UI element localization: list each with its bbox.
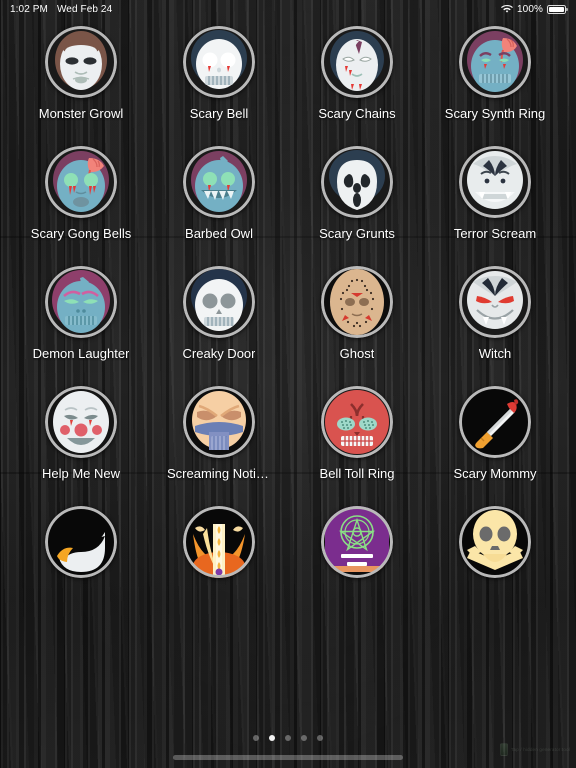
icon-tile[interactable] xyxy=(459,26,531,98)
page-dot-3[interactable] xyxy=(285,735,291,741)
creepy-doll-face-icon xyxy=(45,386,117,458)
app-icon-ghost[interactable]: Ghost xyxy=(288,266,426,361)
status-bar-date: Wed Feb 24 xyxy=(56,3,113,15)
icon-tile[interactable] xyxy=(45,266,117,338)
battery-full-icon xyxy=(547,4,568,14)
crying-zombie-brain-icon xyxy=(45,146,117,218)
app-label: Scary Synth Ring xyxy=(444,106,546,121)
status-bar-right: 100% xyxy=(501,3,568,15)
icon-tile[interactable] xyxy=(45,506,117,578)
app-label: Screaming Notific... xyxy=(167,466,271,481)
icon-tile[interactable] xyxy=(45,146,117,218)
orange-candle-icon xyxy=(183,506,255,578)
app-icon-monster-growl[interactable]: Monster Growl xyxy=(12,26,150,121)
app-icon-scary-chains[interactable]: Scary Chains xyxy=(288,26,426,121)
battery-percent-label: 100% xyxy=(517,3,543,15)
status-bar: 1:02 PM Wed Feb 24 100% xyxy=(0,0,576,18)
status-bar-left: 1:02 PM Wed Feb 24 xyxy=(10,4,112,15)
home-screen: 1:02 PM Wed Feb 24 100% Monster Growl Sc… xyxy=(0,0,576,768)
watermark-badge-icon xyxy=(500,743,509,756)
app-icon-demon-laughter[interactable]: Demon Laughter xyxy=(12,266,150,361)
app-icon-screaming-notification[interactable]: Screaming Notific... xyxy=(150,386,288,481)
watermark-text: Tap / hidden generator tool xyxy=(511,747,570,752)
app-label: Creaky Door xyxy=(182,346,256,361)
icon-tile[interactable] xyxy=(45,26,117,98)
bloody-knife-icon xyxy=(459,386,531,458)
page-dot-2-active[interactable] xyxy=(269,735,275,741)
app-icon-help-me-new[interactable]: Help Me New xyxy=(12,386,150,481)
app-label: Scary Bell xyxy=(189,106,249,121)
app-icon-grid: Monster Growl Scary Bell Scary Chains Sc… xyxy=(0,26,576,586)
app-label: Ghost xyxy=(339,346,375,361)
app-icon-barbed-owl[interactable]: Barbed Owl xyxy=(150,146,288,241)
app-icon-creaky-door[interactable]: Creaky Door xyxy=(150,266,288,361)
app-icon-witch[interactable]: Witch xyxy=(426,266,564,361)
app-label: Barbed Owl xyxy=(185,226,253,241)
app-icon-terror-scream[interactable]: Terror Scream xyxy=(426,146,564,241)
page-dot-4[interactable] xyxy=(301,735,307,741)
app-label: Bell Toll Ring xyxy=(319,466,395,481)
grinning-vampire-icon xyxy=(459,146,531,218)
app-icon-scary-synth-ring[interactable]: Scary Synth Ring xyxy=(426,26,564,121)
icon-tile[interactable] xyxy=(183,386,255,458)
page-dot-1[interactable] xyxy=(253,735,259,741)
app-label: Witch xyxy=(478,346,512,361)
grey-eyed-skull-icon xyxy=(183,266,255,338)
pale-vampire-face-icon xyxy=(321,26,393,98)
app-icon-row5-2[interactable] xyxy=(150,506,288,586)
app-label: Terror Scream xyxy=(453,226,537,241)
app-label: Help Me New xyxy=(41,466,121,481)
icon-tile[interactable] xyxy=(459,266,531,338)
red-sugar-skull-icon xyxy=(321,386,393,458)
app-icon-scary-grunts[interactable]: Scary Grunts xyxy=(288,146,426,241)
app-label: Demon Laughter xyxy=(32,346,130,361)
black-white-swirl-icon xyxy=(45,506,117,578)
app-label: Scary Gong Bells xyxy=(30,226,132,241)
watermark: Tap / hidden generator tool xyxy=(500,743,570,756)
icon-tile[interactable] xyxy=(321,506,393,578)
bleeding-skull-icon xyxy=(183,26,255,98)
app-label: Scary Grunts xyxy=(319,226,395,241)
app-icon-row5-3[interactable] xyxy=(288,506,426,586)
app-label: Scary Mommy xyxy=(453,466,537,481)
icon-tile[interactable] xyxy=(183,506,255,578)
icon-tile[interactable] xyxy=(45,386,117,458)
gas-mask-face-icon xyxy=(183,386,255,458)
fanged-zombie-icon xyxy=(183,146,255,218)
stitched-zombie-icon xyxy=(45,266,117,338)
page-dots[interactable] xyxy=(0,735,576,741)
icon-tile[interactable] xyxy=(183,266,255,338)
app-icon-row5-1[interactable] xyxy=(12,506,150,586)
icon-tile[interactable] xyxy=(459,146,531,218)
jason-hockey-mask-icon xyxy=(321,266,393,338)
app-icon-scary-bell[interactable]: Scary Bell xyxy=(150,26,288,121)
icon-tile[interactable] xyxy=(321,386,393,458)
status-bar-time: 1:02 PM xyxy=(10,3,48,15)
michael-myers-mask-icon xyxy=(45,26,117,98)
wifi-icon xyxy=(501,4,513,14)
skull-crossbones-icon xyxy=(459,506,531,578)
icon-tile[interactable] xyxy=(321,26,393,98)
red-eyed-demon-icon xyxy=(459,266,531,338)
icon-tile[interactable] xyxy=(321,266,393,338)
icon-tile[interactable] xyxy=(459,386,531,458)
page-dot-5[interactable] xyxy=(317,735,323,741)
blue-zombie-brain-icon xyxy=(459,26,531,98)
app-icon-scary-mommy[interactable]: Scary Mommy xyxy=(426,386,564,481)
app-icon-scary-gong-bells[interactable]: Scary Gong Bells xyxy=(12,146,150,241)
icon-tile[interactable] xyxy=(459,506,531,578)
ghostface-mask-icon xyxy=(321,146,393,218)
app-icon-row5-4[interactable] xyxy=(426,506,564,586)
home-indicator-bar[interactable] xyxy=(173,755,403,760)
app-label: Scary Chains xyxy=(318,106,396,121)
purple-pentagram-icon xyxy=(321,506,393,578)
app-label: Monster Growl xyxy=(38,106,124,121)
icon-tile[interactable] xyxy=(183,26,255,98)
icon-tile[interactable] xyxy=(321,146,393,218)
icon-tile[interactable] xyxy=(183,146,255,218)
app-icon-bell-toll-ring[interactable]: Bell Toll Ring xyxy=(288,386,426,481)
